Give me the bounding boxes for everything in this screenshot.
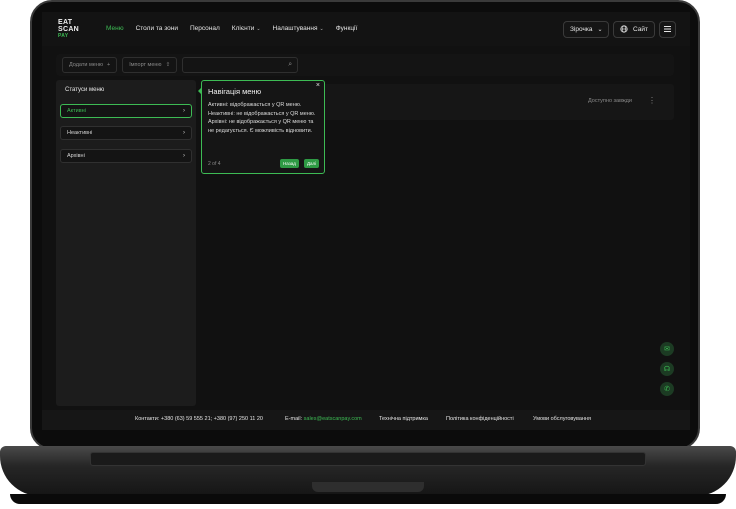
footer-email-link[interactable]: sales@eatscanpay.com: [304, 416, 362, 422]
chevron-right-icon: ›: [183, 130, 185, 136]
tooltip-line-active: Активні: відображається у QR меню.: [208, 102, 302, 108]
footer-email-group: E-mail: sales@eatscanpay.com: [285, 416, 362, 422]
chevron-right-icon: ›: [183, 153, 185, 159]
sidebar-item-label: Активні: [67, 108, 86, 114]
footer-support-link[interactable]: Технічна підтримка: [379, 416, 428, 422]
logo[interactable]: EAT SCAN PAY: [58, 19, 88, 40]
sidebar-title: Статуси меню: [65, 87, 105, 93]
chat-icon[interactable]: ✉: [660, 342, 674, 356]
sidebar-item-label: Архівні: [67, 153, 85, 159]
add-menu-button[interactable]: Додати меню +: [62, 57, 118, 73]
more-options-icon[interactable]: ⋮: [648, 96, 656, 105]
sidebar-item-inactive[interactable]: Неактивні ›: [60, 126, 192, 140]
nav-item-functions[interactable]: Функції: [336, 25, 358, 32]
menu-toolbar: Додати меню + Імпорт меню ⇪ ⌕: [56, 54, 674, 76]
chevron-down-icon: ⌄: [597, 27, 603, 33]
plus-icon: +: [107, 62, 111, 68]
chevron-right-icon: ›: [183, 108, 185, 114]
menu-status-sidebar: Статуси меню Активні › Неактивні › Архів…: [56, 80, 196, 406]
nav-item-staff[interactable]: Персонал: [190, 25, 220, 32]
main-nav: Меню Столи та зони Персонал Клієнти ⌄ Нал…: [106, 25, 357, 32]
nav-item-clients: Клієнти: [231, 25, 255, 32]
tooltip-title: Навігація меню: [208, 87, 262, 96]
footer-terms-link[interactable]: Умови обслуговування: [533, 416, 591, 422]
add-menu-label: Додати меню: [69, 62, 103, 68]
nav-item-clients-wrap[interactable]: Клієнти ⌄: [232, 25, 261, 32]
footer-privacy-link[interactable]: Політика конфіденційності: [446, 416, 514, 422]
footer-contacts: Контакти: +380 (63) 59 555 21; +380 (97)…: [135, 416, 263, 422]
sidebar-item-active[interactable]: Активні ›: [60, 104, 192, 118]
close-icon[interactable]: ×: [316, 82, 320, 89]
tooltip-line-inactive: Неактивні: не відображається у QR меню.: [208, 110, 316, 117]
search-input[interactable]: ⌕: [182, 57, 299, 73]
header-actions: Зірочка ⌄ Сайт: [563, 21, 676, 38]
top-header: EAT SCAN PAY Меню Столи та зони Персонал…: [42, 12, 690, 46]
app-screen: EAT SCAN PAY Меню Столи та зони Персонал…: [42, 12, 690, 430]
site-button-label: Сайт: [633, 26, 648, 33]
sidebar-item-archived[interactable]: Архівні ›: [60, 149, 192, 163]
nav-item-settings: Налаштування: [272, 25, 318, 32]
upload-icon: ⇪: [165, 62, 171, 68]
tooltip-body: Активні: відображається у QR меню. Неакт…: [208, 101, 320, 135]
venue-select[interactable]: Зірочка ⌄: [563, 21, 609, 38]
headset-icon[interactable]: ☊: [660, 362, 674, 376]
logo-line3: PAY: [58, 33, 69, 39]
laptop-base-lip: [10, 494, 726, 504]
import-menu-button[interactable]: Імпорт меню ⇪: [122, 57, 178, 73]
chevron-down-icon: ⌄: [319, 26, 324, 32]
logo-line2: SCAN: [58, 26, 80, 33]
tooltip-arrow: [198, 87, 202, 95]
tooltip-back-button[interactable]: Назад: [280, 159, 299, 168]
hamburger-menu-button[interactable]: [659, 21, 676, 38]
venue-select-label: Зірочка: [570, 26, 593, 33]
tooltip-step-counter: 2 of 4: [208, 161, 221, 167]
tooltip-next-button[interactable]: Далі: [304, 159, 320, 168]
nav-item-settings-wrap[interactable]: Налаштування ⌄: [273, 25, 324, 32]
tooltip-line-archived: Архівні: не відображається у QR меню та …: [208, 119, 314, 134]
import-menu-label: Імпорт меню: [129, 62, 162, 68]
laptop-notch: [312, 482, 424, 492]
sidebar-item-label: Неактивні: [67, 130, 93, 136]
footer-email-label: E-mail:: [285, 416, 303, 422]
logo-line1: EAT: [58, 19, 73, 26]
hamburger-icon: [664, 25, 671, 34]
phone-icon[interactable]: ✆: [660, 382, 674, 396]
nav-item-menu[interactable]: Меню: [106, 25, 124, 32]
laptop-keyboard: [90, 452, 646, 466]
chevron-down-icon: ⌄: [256, 26, 261, 32]
footer: Контакти: +380 (63) 59 555 21; +380 (97)…: [42, 410, 690, 430]
globe-icon: [620, 24, 628, 35]
site-button[interactable]: Сайт: [613, 21, 655, 38]
availability-label: Доступно завжди: [588, 98, 632, 104]
onboarding-tooltip: × Навігація меню Активні: відображається…: [198, 80, 325, 174]
nav-item-tables[interactable]: Столи та зони: [136, 25, 178, 32]
search-icon: ⌕: [288, 61, 293, 68]
